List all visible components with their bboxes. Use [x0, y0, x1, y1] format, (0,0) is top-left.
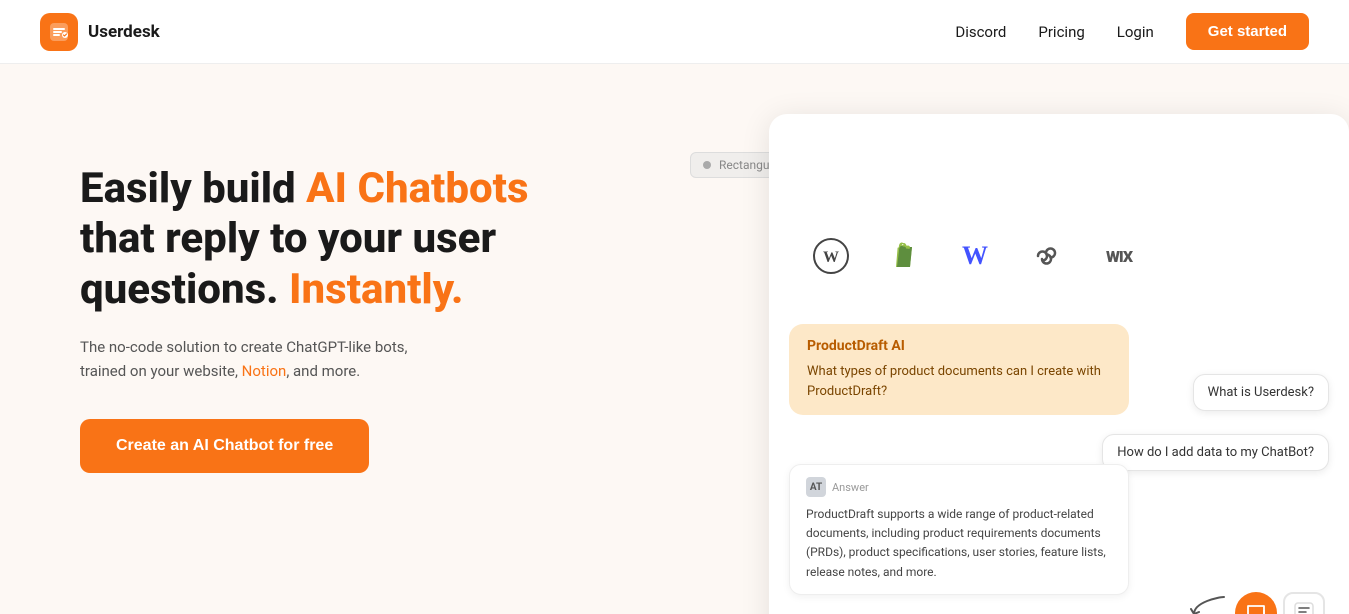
hero-headline: Easily build AI Chatbots that reply to y…	[80, 164, 600, 315]
nav-links: Discord Pricing Login Get started	[955, 13, 1309, 50]
headline-accent1: AI Chatbots	[306, 164, 528, 213]
hero-right: Rectangular Snip W	[640, 124, 1289, 614]
snip-dot	[703, 161, 711, 169]
arrow-decoration	[1189, 592, 1229, 614]
chat-icon-badge[interactable]	[1235, 592, 1277, 614]
squarespace-icon	[1025, 234, 1069, 278]
navbar: Userdesk Discord Pricing Login Get start…	[0, 0, 1349, 64]
logo-text: Userdesk	[88, 22, 160, 42]
nav-pricing[interactable]: Pricing	[1038, 23, 1084, 41]
hero-section: Easily build AI Chatbots that reply to y…	[0, 64, 1349, 614]
chat-card: W W	[769, 114, 1349, 614]
wix-icon: WIX	[1097, 234, 1141, 278]
at-badge: AT	[806, 477, 826, 497]
right-bubble-2: How do I add data to my ChatBot?	[1102, 434, 1329, 471]
answer-label-text: Answer	[832, 481, 869, 494]
notion-link[interactable]: Notion	[242, 362, 287, 380]
headline-part2: that reply to your user	[80, 214, 496, 263]
notion-icon-badge	[1283, 592, 1325, 614]
logo-link[interactable]: Userdesk	[40, 13, 160, 51]
shopify-icon	[881, 234, 925, 278]
headline-part1: Easily build	[80, 164, 306, 213]
bot-chat-bubble: ProductDraft AI What types of product do…	[789, 324, 1129, 415]
headline-accent2: Instantly.	[289, 265, 463, 314]
webflow-icon: W	[953, 234, 997, 278]
nav-login[interactable]: Login	[1117, 23, 1154, 41]
platform-icons: W W	[809, 234, 1141, 278]
hero-subtext: The no-code solution to create ChatGPT-l…	[80, 335, 500, 383]
answer-text: ProductDraft supports a wide range of pr…	[806, 505, 1112, 582]
get-started-button[interactable]: Get started	[1186, 13, 1309, 50]
user-question-bubble: What types of product documents can I cr…	[807, 362, 1111, 401]
answer-bubble: AT Answer ProductDraft supports a wide r…	[789, 464, 1129, 595]
headline-part3: questions.	[80, 265, 289, 314]
svg-text:W: W	[823, 249, 839, 266]
hero-cta-button[interactable]: Create an AI Chatbot for free	[80, 419, 369, 473]
wordpress-icon: W	[809, 234, 853, 278]
nav-discord[interactable]: Discord	[955, 23, 1006, 41]
logo-icon	[40, 13, 78, 51]
answer-label-row: AT Answer	[806, 477, 1112, 497]
bot-name: ProductDraft AI	[807, 338, 1111, 354]
hero-left: Easily build AI Chatbots that reply to y…	[80, 124, 600, 473]
right-bubble-1: What is Userdesk?	[1193, 374, 1329, 411]
